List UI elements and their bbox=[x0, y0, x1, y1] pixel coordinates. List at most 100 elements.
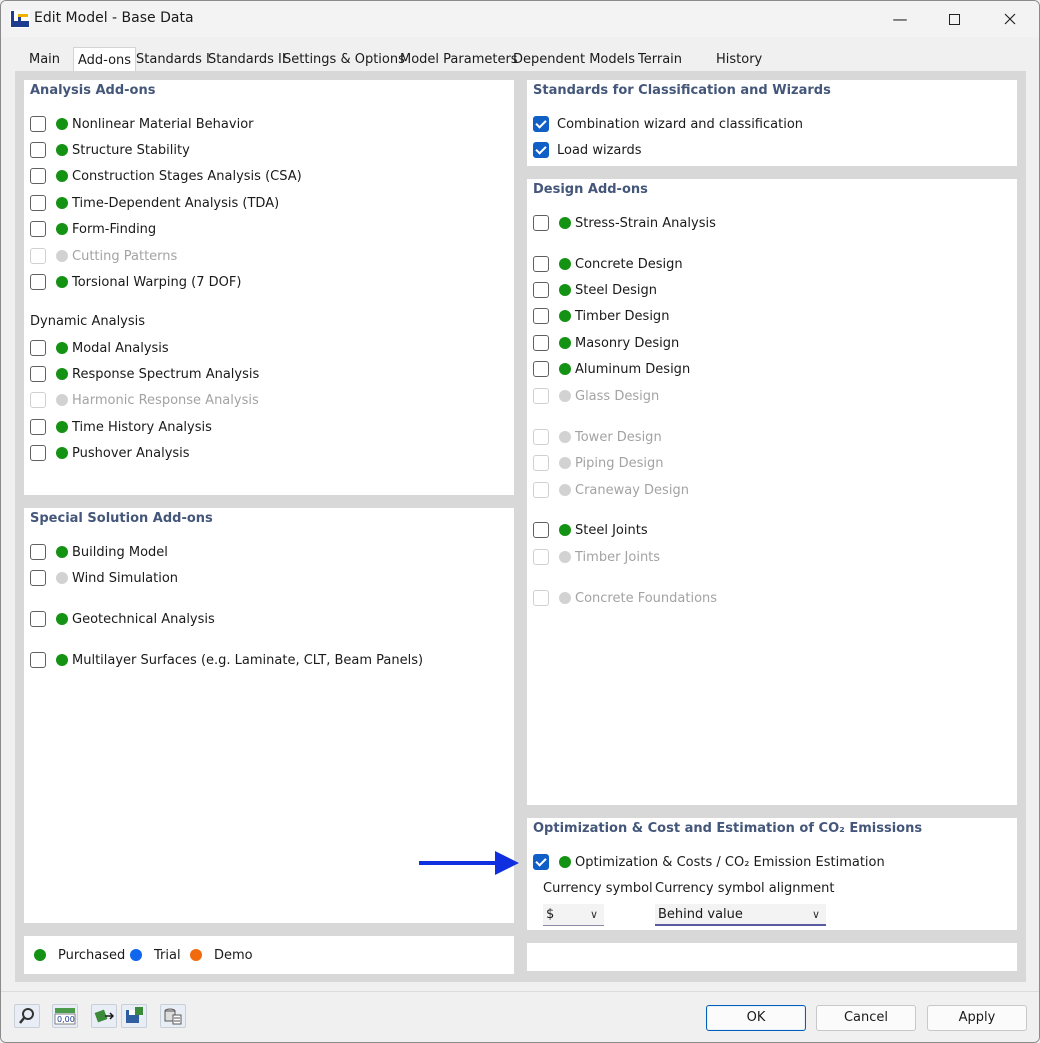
chevron-down-icon: ∨ bbox=[589, 908, 598, 921]
checkbox[interactable] bbox=[30, 366, 46, 382]
addon-label: Stress-Strain Analysis bbox=[575, 215, 716, 231]
minimize-button[interactable]: — bbox=[872, 1, 928, 37]
currency-symbol-label: Currency symbol bbox=[543, 881, 653, 896]
purchased-status-icon bbox=[56, 368, 68, 380]
addon-row[interactable]: Masonry Design bbox=[533, 333, 679, 353]
addon-row[interactable]: Torsional Warping (7 DOF) bbox=[30, 272, 241, 292]
addon-row[interactable]: Pushover Analysis bbox=[30, 443, 190, 463]
addon-row-disabled: Harmonic Response Analysis bbox=[30, 390, 259, 410]
tab-history[interactable]: History bbox=[712, 49, 766, 71]
checkbox-disabled bbox=[533, 388, 549, 404]
addon-row[interactable]: Structure Stability bbox=[30, 140, 190, 160]
checkbox[interactable] bbox=[533, 361, 549, 377]
special-solution-title: Special Solution Add-ons bbox=[30, 511, 213, 526]
addon-row[interactable]: Response Spectrum Analysis bbox=[30, 364, 259, 384]
addon-row[interactable]: Form-Finding bbox=[30, 219, 156, 239]
addon-row[interactable]: Time History Analysis bbox=[30, 417, 212, 437]
addon-row[interactable]: Stress-Strain Analysis bbox=[533, 213, 716, 233]
tab-main[interactable]: Main bbox=[25, 49, 64, 71]
tab-add-ons[interactable]: Add-ons bbox=[73, 47, 137, 73]
app-icon bbox=[10, 10, 30, 28]
addon-label: Time History Analysis bbox=[72, 419, 212, 435]
purchased-legend-icon bbox=[34, 949, 46, 961]
legend-trial: Trial bbox=[120, 945, 181, 965]
checkbox[interactable] bbox=[533, 335, 549, 351]
checkbox[interactable] bbox=[30, 168, 46, 184]
currency-symbol-value: $ bbox=[546, 907, 555, 922]
tab-dependent-models[interactable]: Dependent Models bbox=[509, 49, 639, 71]
addon-row-disabled: Concrete Foundations bbox=[533, 588, 717, 608]
addon-row[interactable]: Timber Design bbox=[533, 306, 669, 326]
checkbox-checked[interactable] bbox=[533, 142, 549, 158]
model-arrow-icon[interactable] bbox=[91, 1004, 117, 1028]
addon-label: Harmonic Response Analysis bbox=[72, 392, 259, 408]
addon-row[interactable]: Wind Simulation bbox=[30, 568, 178, 588]
close-button[interactable] bbox=[982, 1, 1038, 37]
checkbox[interactable] bbox=[30, 274, 46, 290]
trial-legend-icon bbox=[130, 949, 142, 961]
checkbox[interactable] bbox=[533, 256, 549, 272]
addon-label: Building Model bbox=[72, 544, 168, 560]
checkbox[interactable] bbox=[30, 221, 46, 237]
unavailable-status-icon bbox=[559, 431, 571, 443]
checkbox[interactable] bbox=[30, 544, 46, 560]
purchased-status-icon bbox=[559, 217, 571, 229]
unavailable-status-icon bbox=[559, 592, 571, 604]
addon-row[interactable]: Multilayer Surfaces (e.g. Laminate, CLT,… bbox=[30, 650, 423, 670]
addon-label: Tower Design bbox=[575, 429, 662, 445]
optimization-row[interactable]: Optimization & Costs / CO₂ Emission Esti… bbox=[533, 852, 885, 872]
checkbox[interactable] bbox=[30, 611, 46, 627]
help-search-icon[interactable] bbox=[14, 1004, 40, 1028]
checkbox[interactable] bbox=[30, 652, 46, 668]
tab-terrain[interactable]: Terrain bbox=[634, 49, 686, 71]
addon-row[interactable]: Geotechnical Analysis bbox=[30, 609, 215, 629]
checkbox[interactable] bbox=[30, 419, 46, 435]
addon-row[interactable]: Steel Design bbox=[533, 280, 657, 300]
standards-label: Load wizards bbox=[557, 142, 642, 158]
addon-row[interactable]: Nonlinear Material Behavior bbox=[30, 114, 254, 134]
checkbox[interactable] bbox=[30, 142, 46, 158]
addon-row[interactable]: Time-Dependent Analysis (TDA) bbox=[30, 193, 279, 213]
addon-row[interactable]: Construction Stages Analysis (CSA) bbox=[30, 166, 302, 186]
purchased-status-icon bbox=[559, 856, 571, 868]
purchased-status-icon bbox=[56, 447, 68, 459]
tab-standards-ii[interactable]: Standards II bbox=[204, 49, 290, 71]
units-icon[interactable]: 0,00 bbox=[52, 1004, 78, 1028]
checkbox[interactable] bbox=[30, 445, 46, 461]
addon-row[interactable]: Building Model bbox=[30, 542, 168, 562]
analysis-add-ons-title: Analysis Add-ons bbox=[30, 83, 156, 98]
currency-alignment-value: Behind value bbox=[658, 907, 743, 922]
dynamic-analysis-heading: Dynamic Analysis bbox=[30, 314, 146, 329]
svg-text:0,00: 0,00 bbox=[57, 1015, 75, 1024]
currency-alignment-select[interactable]: Behind value ∨ bbox=[655, 904, 826, 926]
standards-row[interactable]: Load wizards bbox=[533, 140, 642, 160]
addon-row[interactable]: Aluminum Design bbox=[533, 359, 690, 379]
maximize-button[interactable] bbox=[926, 1, 982, 37]
purchased-status-icon bbox=[56, 421, 68, 433]
ok-button[interactable]: OK bbox=[706, 1005, 806, 1031]
checkbox[interactable] bbox=[30, 116, 46, 132]
checkbox-disabled bbox=[533, 482, 549, 498]
tab-standards-i[interactable]: Standards I bbox=[132, 49, 214, 71]
addon-label: Concrete Design bbox=[575, 256, 683, 272]
checkbox[interactable] bbox=[533, 522, 549, 538]
cancel-button[interactable]: Cancel bbox=[816, 1005, 916, 1031]
tab-model-parameters[interactable]: Model Parameters bbox=[396, 49, 522, 71]
checkbox-checked[interactable] bbox=[533, 854, 549, 870]
addon-row[interactable]: Modal Analysis bbox=[30, 338, 169, 358]
checkbox-checked[interactable] bbox=[533, 116, 549, 132]
currency-symbol-select[interactable]: $ ∨ bbox=[543, 904, 604, 926]
addon-row[interactable]: Concrete Design bbox=[533, 254, 683, 274]
checkbox[interactable] bbox=[30, 570, 46, 586]
checkbox[interactable] bbox=[533, 308, 549, 324]
save-settings-icon[interactable] bbox=[121, 1004, 147, 1028]
checkbox[interactable] bbox=[533, 282, 549, 298]
addon-row[interactable]: Steel Joints bbox=[533, 520, 648, 540]
checkbox[interactable] bbox=[30, 340, 46, 356]
standards-row[interactable]: Combination wizard and classification bbox=[533, 114, 803, 134]
checkbox[interactable] bbox=[533, 215, 549, 231]
apply-button[interactable]: Apply bbox=[927, 1005, 1027, 1031]
database-list-icon[interactable] bbox=[160, 1004, 186, 1028]
tab-settings-options[interactable]: Settings & Options bbox=[279, 49, 409, 71]
checkbox[interactable] bbox=[30, 195, 46, 211]
